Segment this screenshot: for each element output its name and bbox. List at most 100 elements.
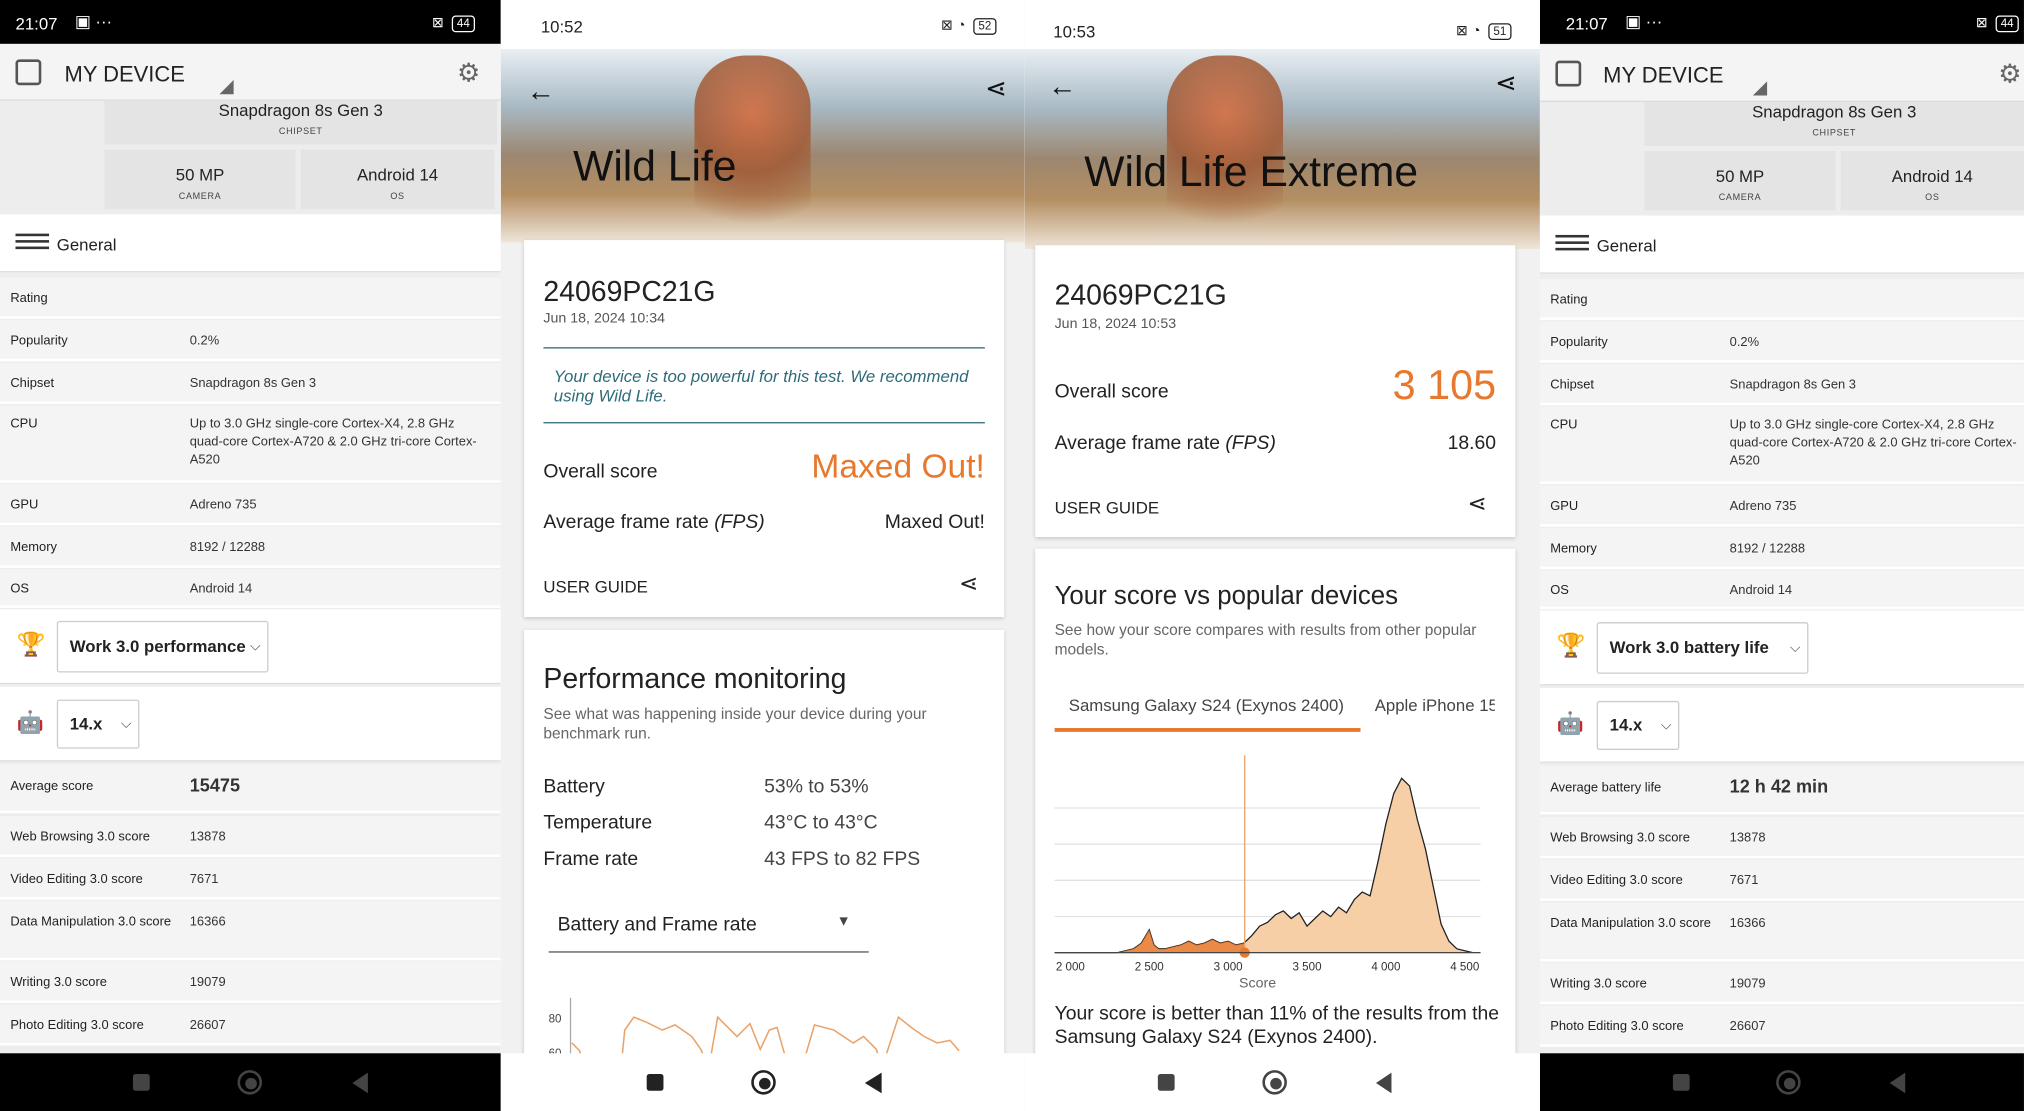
battery-icon: 44 (451, 15, 476, 33)
row-value: 0.2% (1729, 335, 1760, 350)
row-label: Video Editing 3.0 score (1550, 873, 1683, 889)
home-button[interactable] (237, 1070, 263, 1095)
panel-my-device-battery: 21:07 ▣ ··· ⊠ 44 MY DEVICE ⚙ Snapdragon … (1539, 0, 2024, 1111)
score-distribution-chart: 2 000 2 500 3 000 3 500 4 000 4 500 Score (1054, 755, 1481, 991)
app-bar: MY DEVICE ⚙ (1539, 45, 2024, 102)
gear-icon[interactable]: ⚙ (1998, 58, 2021, 90)
user-guide-link[interactable]: USER GUIDE (543, 577, 647, 596)
benchmark-select[interactable]: Work 3.0 battery life ⌵ (1596, 622, 1809, 674)
version-select[interactable]: 14.x ⌵ (1596, 700, 1680, 750)
status-icons: ⊠ 44 (1976, 14, 2019, 33)
chart-type-dropdown[interactable]: Battery and Frame rate ▼ (548, 901, 869, 953)
tab-label: Samsung Galaxy S24 (Exynos 2400) (1068, 695, 1344, 716)
general-section-header[interactable]: General (0, 214, 501, 273)
device-name: 24069PC21G (543, 274, 716, 308)
back-button[interactable] (1375, 1072, 1392, 1094)
back-button[interactable] (864, 1072, 882, 1094)
row-label: GPU (10, 498, 39, 513)
chevron-down-icon: ⌵ (120, 716, 132, 732)
version-select[interactable]: 14.x ⌵ (56, 699, 140, 749)
average-score-label: Average score (10, 779, 94, 794)
below-score-area (1054, 929, 1245, 953)
hero-banner: ← ⋖ Wild Life Extreme (1024, 49, 1540, 250)
status-icons: ⊠ 44 (432, 14, 476, 33)
benchmark-row: 🏆 Work 3.0 battery life ⌵ (1539, 610, 2024, 686)
share-icon[interactable]: ⋖ (959, 571, 978, 598)
metric-value: 43°C to 43°C (764, 811, 878, 834)
spec-row: CPU Up to 3.0 GHz single-core Cortex-X4, … (0, 405, 501, 483)
recents-button[interactable] (646, 1073, 664, 1091)
benchmark-select[interactable]: Work 3.0 performance ⌵ (56, 620, 269, 673)
row-label: Photo Editing 3.0 score (10, 1018, 144, 1033)
recents-button[interactable] (1672, 1073, 1690, 1091)
panel-my-device-performance: 21:07 ▣ ··· ⊠ 44 MY DEVICE ⚙ Snapdragon … (0, 0, 501, 1111)
share-icon[interactable]: ⋖ (985, 72, 1007, 104)
camera-label: CAMERA (178, 192, 222, 202)
fps-label-text: Average frame rate (1054, 432, 1220, 455)
home-button[interactable] (1262, 1070, 1287, 1095)
page-title: MY DEVICE (64, 61, 185, 87)
recents-button[interactable] (132, 1073, 150, 1091)
chevron-down-icon: ⌵ (249, 638, 261, 655)
user-guide-link[interactable]: USER GUIDE (1055, 498, 1159, 517)
result-card: 24069PC21G Jun 18, 2024 10:34 Your devic… (524, 240, 1005, 618)
metric-value: 53% to 53% (764, 775, 869, 798)
row-value: Up to 3.0 GHz single-core Cortex-X4, 2.8… (1729, 418, 2017, 469)
tab-apple-iphone[interactable]: Apple iPhone 15 (1375, 683, 1495, 732)
metric-value: 43 FPS to 82 FPS (764, 848, 921, 870)
metric-label: Frame rate (543, 848, 639, 870)
dropdown-arrow-icon: ▼ (836, 913, 851, 930)
general-label: General (1596, 236, 1657, 256)
device-name: 24069PC21G (1054, 278, 1227, 312)
status-time: 10:53 (1053, 21, 1096, 42)
home-button[interactable] (751, 1070, 776, 1095)
status-bar: 21:07 ▣ ··· ⊠ 44 (1539, 0, 2024, 44)
battery-icon: 51 (1488, 23, 1512, 41)
row-value: Android 14 (189, 582, 253, 597)
chipset-label: CHIPSET (1812, 129, 1857, 139)
os-label: OS (1925, 193, 1940, 203)
row-label: Memory (10, 540, 57, 556)
row-label: Popularity (1550, 335, 1608, 350)
score-row: Web Browsing 3.0 score 13878 (0, 815, 501, 858)
status-icons: ⊠ ◔ 51 (1456, 22, 1512, 41)
general-section-header[interactable]: General (1539, 215, 2024, 274)
navigation-bar (0, 1053, 501, 1111)
comparison-result-text: Your score is better than 11% of the res… (1054, 1002, 1500, 1049)
benchmark-select-value: Work 3.0 performance (69, 636, 246, 656)
share-icon[interactable]: ⋖ (1468, 491, 1487, 518)
comparison-title: Your score vs popular devices (1054, 582, 1399, 611)
back-button[interactable] (1889, 1072, 1906, 1094)
row-value: 13878 (189, 829, 226, 845)
benchmark-row: 🏆 Work 3.0 performance ⌵ (0, 609, 501, 685)
tab-samsung-galaxy-s24[interactable]: Samsung Galaxy S24 (Exynos 2400) (1054, 683, 1361, 732)
share-icon[interactable]: ⋖ (1495, 67, 1517, 99)
status-bar: 10:53 ⊠ ◔ 51 (1024, 0, 1540, 50)
row-label: GPU (1550, 499, 1579, 514)
spec-row: CPU Up to 3.0 GHz single-core Cortex-X4, … (1539, 406, 2024, 485)
panel-wild-life: 10:52 ⊠ ◔ 52 ← ⋖ Wild Life 24069PC21G Ju… (500, 0, 1025, 1111)
row-value: Snapdragon 8s Gen 3 (189, 376, 317, 392)
back-button[interactable] (352, 1072, 368, 1094)
back-arrow-icon[interactable]: ← (1048, 70, 1076, 104)
test-date: Jun 18, 2024 10:53 (1054, 316, 1177, 332)
menu-icon (15, 233, 50, 253)
chipset-value: Snapdragon 8s Gen 3 (1752, 101, 1917, 122)
back-arrow-icon[interactable]: ← (527, 75, 555, 109)
row-value: 8192 / 12288 (1729, 542, 1806, 557)
benchmark-select-value: Work 3.0 battery life (1609, 637, 1769, 658)
row-label: Writing 3.0 score (10, 975, 107, 991)
camera-tile: 50 MP CAMERA (104, 149, 296, 210)
app-bar: MY DEVICE ⚙ (0, 43, 501, 101)
average-battery-label: Average battery life (1550, 780, 1662, 796)
status-bar: 10:52 ⊠ ◔ 52 (500, 0, 1025, 50)
row-label: Memory (1550, 542, 1597, 557)
score-row: Data Manipulation 3.0 score 16366 (1539, 902, 2024, 962)
page-title: MY DEVICE (1603, 63, 1724, 88)
gear-icon[interactable]: ⚙ (457, 57, 480, 89)
status-extra: ▣ ··· (1625, 11, 1663, 31)
recents-button[interactable] (1157, 1073, 1175, 1091)
home-button[interactable] (1776, 1070, 1801, 1095)
benchmark-title: Wild Life Extreme (1084, 147, 1419, 195)
row-label: Data Manipulation 3.0 score (1550, 916, 1711, 931)
